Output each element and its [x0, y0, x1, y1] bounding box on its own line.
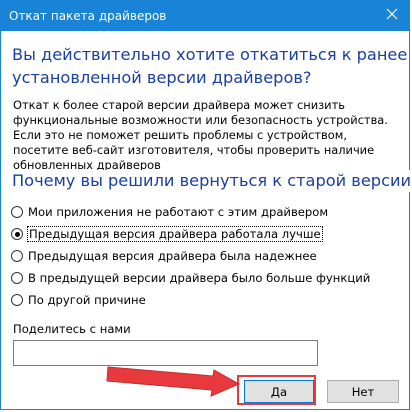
arrow-icon — [106, 366, 241, 397]
